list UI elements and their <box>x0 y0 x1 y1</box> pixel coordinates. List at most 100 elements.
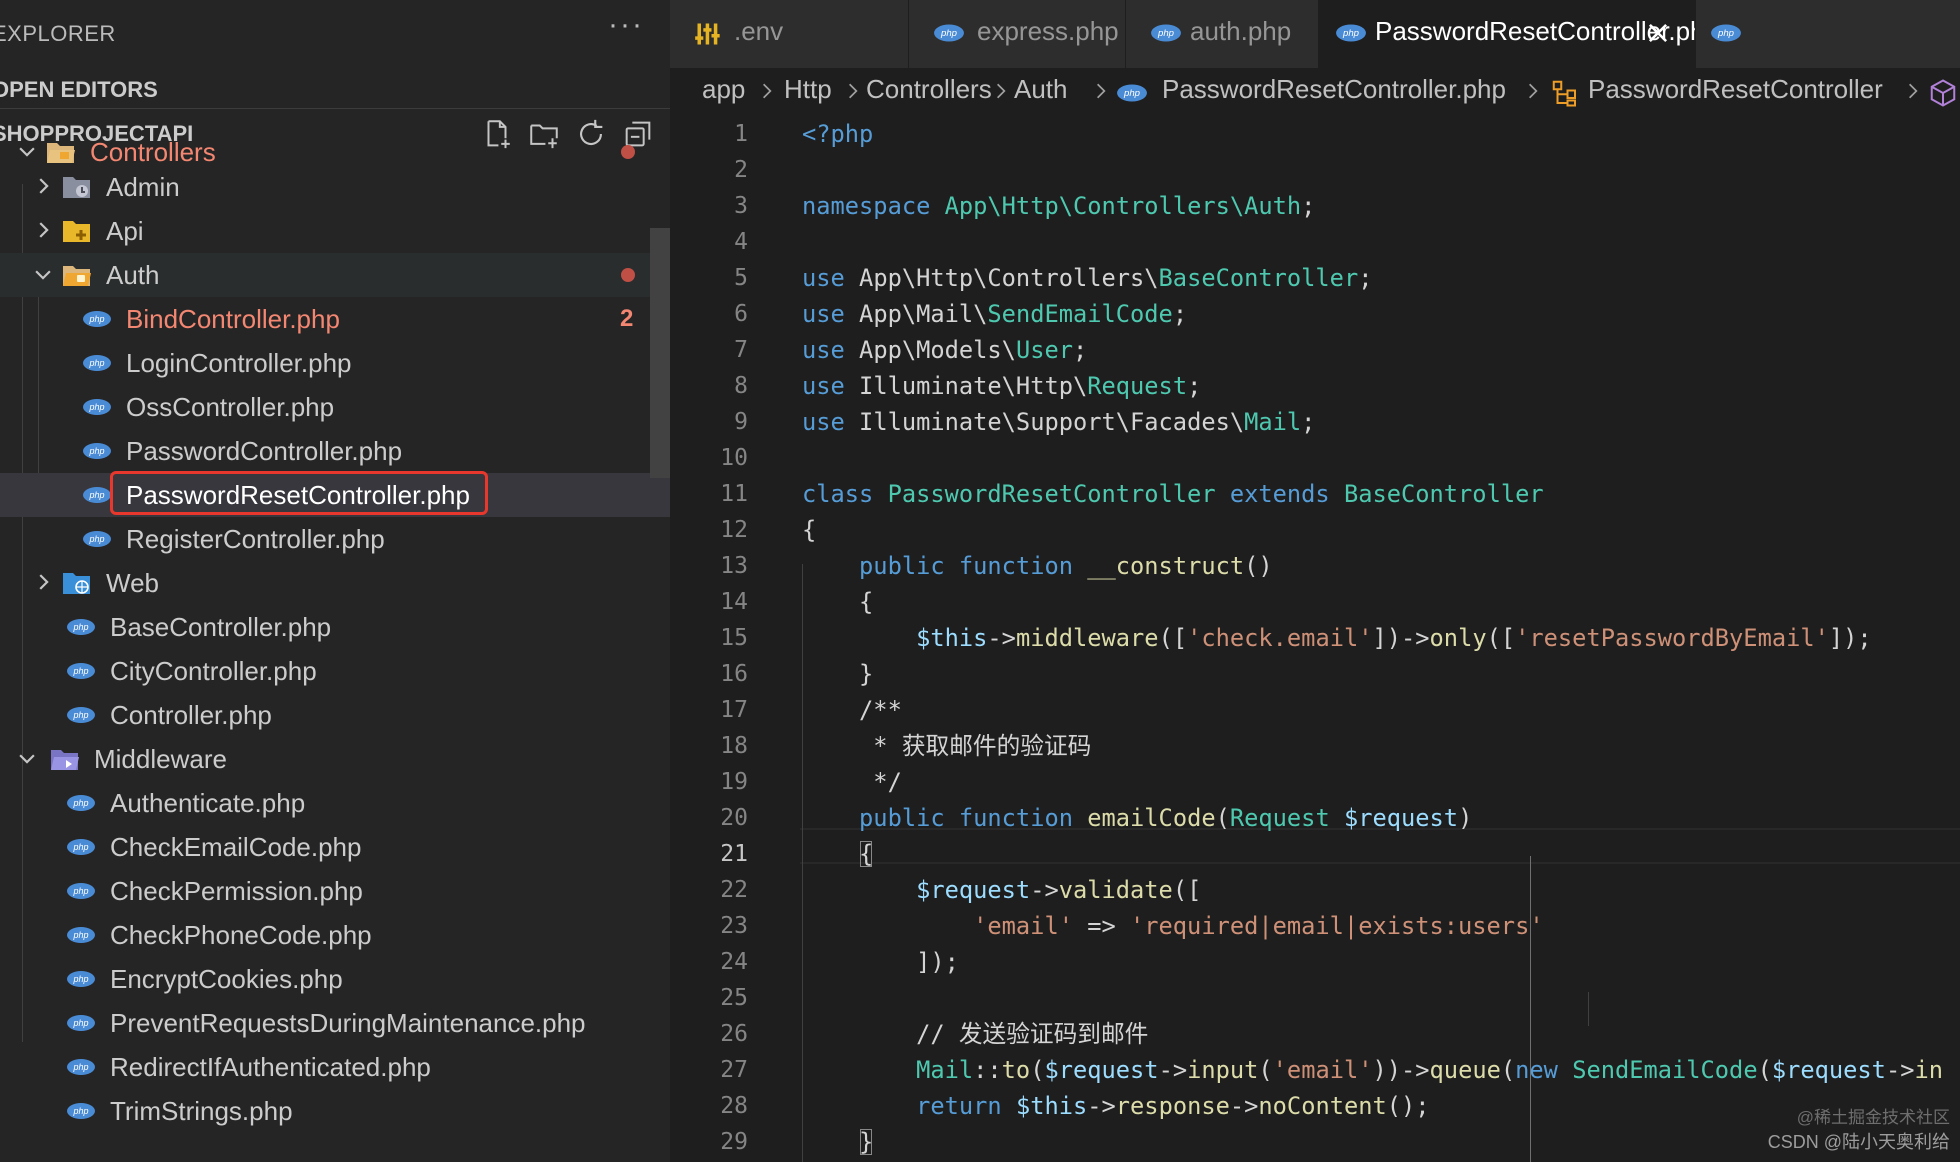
tree-item-label: Authenticate.php <box>110 788 306 818</box>
tree-folder-api[interactable]: Api <box>0 209 670 253</box>
code-line: 26 // 发送验证码到邮件 <box>670 1016 1960 1052</box>
breadcrumb-item[interactable]: Auth <box>1014 74 1068 105</box>
svg-text:php: php <box>88 534 104 544</box>
php-file-icon: php <box>67 663 95 679</box>
line-number: 9 <box>734 409 748 435</box>
php-file-icon: php <box>67 795 95 811</box>
breadcrumb-item[interactable]: Controllers <box>866 74 992 105</box>
breadcrumb-item[interactable]: Http <box>784 74 832 105</box>
line-code: use App\Mail\SendEmailCode; <box>802 300 1188 328</box>
line-number: 6 <box>734 301 748 327</box>
php-file-icon: php <box>83 355 111 371</box>
tree-file-basecontroller[interactable]: php BaseController.php <box>0 605 670 649</box>
watermark-line-1: @稀土掘金技术社区 <box>1796 1108 1950 1127</box>
line-number: 16 <box>720 661 748 687</box>
line-number: 12 <box>720 517 748 543</box>
tree-file-citycontroller[interactable]: php CityController.php <box>0 649 670 693</box>
sidebar-scrollbar[interactable] <box>650 228 670 478</box>
admin-folder-icon <box>63 177 90 198</box>
tree-file-bindcontroller[interactable]: php BindController.php 2 <box>0 297 670 341</box>
svg-text:php: php <box>72 622 88 632</box>
svg-text:php: php <box>88 358 104 368</box>
svg-text:php: php <box>1157 28 1175 39</box>
php-file-icon: php <box>1117 84 1147 102</box>
api-folder-icon <box>63 221 90 242</box>
tab-express-php[interactable]: php express.php <box>909 0 1126 68</box>
tree-item-label: RedirectIfAuthenticated.php <box>110 1052 431 1082</box>
line-number: 15 <box>720 625 748 651</box>
chevron-right-icon <box>39 222 49 238</box>
tab-overflow[interactable]: php <box>1696 0 1960 68</box>
breadcrumb-item[interactable]: PasswordResetController <box>1588 74 1883 105</box>
code-line: 14 { <box>670 584 1960 620</box>
line-code: use App\Http\Controllers\BaseController; <box>802 264 1373 292</box>
tree-folder-web[interactable]: Web <box>0 561 670 605</box>
line-number: 21 <box>720 841 748 867</box>
php-file-icon: php <box>83 531 111 547</box>
line-code: use App\Models\User; <box>802 336 1088 364</box>
line-code: use Illuminate\Support\Facades\Mail; <box>802 408 1316 436</box>
line-number: 26 <box>720 1021 748 1047</box>
tree-file-authenticate[interactable]: php Authenticate.php <box>0 781 670 825</box>
tab-auth-php[interactable]: php auth.php <box>1126 0 1319 68</box>
tree-file-preventrequests[interactable]: php PreventRequestsDuringMaintenance.php <box>0 1001 670 1045</box>
tree-folder-middleware[interactable]: Middleware <box>0 737 670 781</box>
method-cube-icon <box>1930 79 1956 107</box>
close-icon[interactable] <box>1645 20 1671 46</box>
svg-text:php: php <box>1717 28 1735 39</box>
line-number: 20 <box>720 805 748 831</box>
tab-label: auth.php <box>1190 16 1292 46</box>
tree-file-logincontroller[interactable]: php LoginController.php <box>0 341 670 385</box>
chevron-right-icon <box>39 178 49 194</box>
php-file-icon: php <box>67 839 95 855</box>
code-line: 4 <box>670 224 1960 260</box>
code-line: 25 <box>670 980 1960 1016</box>
code-line: 7 use App\Models\User; <box>670 332 1960 368</box>
tree-file-checkemailcode[interactable]: php CheckEmailCode.php <box>0 825 670 869</box>
tree-file-controller[interactable]: php Controller.php <box>0 693 670 737</box>
explorer-title: EXPLORER <box>0 21 116 46</box>
tree-file-osscontroller[interactable]: php OssController.php <box>0 385 670 429</box>
line-number: 4 <box>734 229 748 255</box>
tree-item-label: CheckEmailCode.php <box>110 832 362 862</box>
svg-text:php: php <box>72 1106 88 1116</box>
chevron-right-icon <box>763 83 772 99</box>
tab-passwordresetcontroller-php[interactable]: php PasswordResetController.php <box>1319 0 1696 68</box>
line-code: $request->validate([ <box>916 876 1202 904</box>
tree-item-label: OssController.php <box>126 392 335 422</box>
red-highlight-box <box>110 471 488 515</box>
svg-text:php: php <box>72 710 88 720</box>
breadcrumb-item[interactable]: PasswordResetController.php <box>1162 74 1506 105</box>
tree-file-passwordresetcontroller[interactable]: php PasswordResetController.php <box>0 471 670 517</box>
line-code: namespace App\Http\Controllers\Auth; <box>802 192 1316 220</box>
php-file-icon: php <box>67 971 95 987</box>
more-actions-icon[interactable]: ··· <box>608 8 644 42</box>
line-number: 23 <box>720 913 748 939</box>
tree-folder-admin[interactable]: Admin <box>0 165 670 209</box>
php-file-icon: php <box>83 399 111 415</box>
tree-item-label: Admin <box>106 172 180 202</box>
line-number: 1 <box>734 121 748 147</box>
tree-file-trimstrings[interactable]: php TrimStrings.php <box>0 1089 670 1133</box>
settings-sliders-icon <box>695 23 720 45</box>
code-line: 3 namespace App\Http\Controllers\Auth; <box>670 188 1960 224</box>
code-editor[interactable]: 1 <?php 2 3 namespace App\Http\Controlle… <box>670 116 1960 1162</box>
line-number: 24 <box>720 949 748 975</box>
tree-file-encryptcookies[interactable]: php EncryptCookies.php <box>0 957 670 1001</box>
code-line: 23 'email' => 'required|email|exists:use… <box>670 908 1960 944</box>
tab-env[interactable]: .env <box>670 0 909 68</box>
tree-file-registercontroller[interactable]: php RegisterController.php <box>0 517 670 561</box>
chevron-right-icon <box>1097 83 1106 99</box>
tree-file-checkpermission[interactable]: php CheckPermission.php <box>0 869 670 913</box>
tree-folder-auth[interactable]: Auth <box>0 253 670 297</box>
line-number: 7 <box>734 337 748 363</box>
svg-text:php: php <box>88 314 104 324</box>
code-line: 22 $request->validate([ <box>670 872 1960 908</box>
php-file-icon: php <box>67 883 95 899</box>
code-line: 12 { <box>670 512 1960 548</box>
tree-file-redirectifauthenticated[interactable]: php RedirectIfAuthenticated.php <box>0 1045 670 1089</box>
tree-file-checkphonecode[interactable]: php CheckPhoneCode.php <box>0 913 670 957</box>
tree-file-passwordcontroller[interactable]: php PasswordController.php <box>0 429 670 473</box>
breadcrumb-item[interactable]: app <box>702 74 745 105</box>
php-file-icon: php <box>1336 24 1366 42</box>
